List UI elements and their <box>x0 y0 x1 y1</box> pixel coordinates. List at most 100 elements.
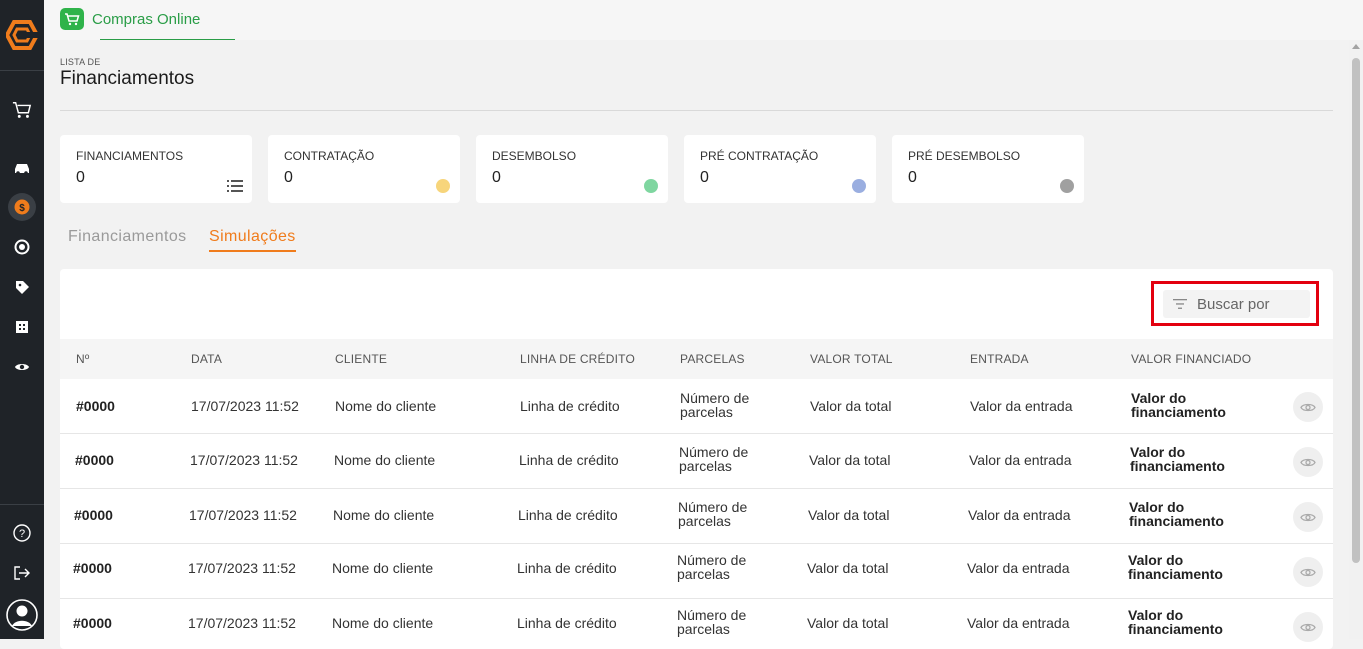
column-header[interactable]: PARCELAS <box>680 352 745 366</box>
cell-id: #0000 <box>73 560 112 576</box>
cell-date: 17/07/2023 11:52 <box>190 452 298 468</box>
view-button[interactable] <box>1293 502 1323 532</box>
user-icon[interactable] <box>6 599 38 631</box>
cell-id: #0000 <box>75 452 114 468</box>
stat-card-value: 0 <box>284 169 293 186</box>
cell-client: Nome do cliente <box>333 507 435 523</box>
cell-credit-line: Linha de crédito <box>517 615 617 631</box>
stat-card-value: 0 <box>700 169 709 186</box>
scroll-up-icon[interactable] <box>1352 44 1360 49</box>
cell-client: Nome do cliente <box>335 398 437 414</box>
cell-total: Valor da total <box>809 452 891 468</box>
view-button[interactable] <box>1293 557 1323 587</box>
cart-icon[interactable] <box>12 100 32 120</box>
cell-installments: Número de parcelas <box>679 444 749 474</box>
cell-down-payment: Valor da entrada <box>970 398 1073 414</box>
stat-card-label: CONTRATAÇÃO <box>284 149 375 163</box>
stat-card-contratacao[interactable]: CONTRATAÇÃO 0 <box>268 135 460 203</box>
scrollbar[interactable] <box>1349 40 1363 639</box>
stat-card-financiamentos[interactable]: FINANCIAMENTOS 0 <box>60 135 252 203</box>
cell-financed: Valor do financiamento <box>1129 499 1224 529</box>
column-header[interactable]: Nº <box>76 352 89 366</box>
column-header[interactable]: VALOR TOTAL <box>810 352 893 366</box>
table-row[interactable]: #0000 17/07/2023 11:52 Nome do cliente L… <box>60 379 1333 434</box>
refresh-money-icon[interactable] <box>12 237 32 257</box>
column-header[interactable]: DATA <box>191 352 222 366</box>
stat-card-label: DESEMBOLSO <box>492 149 577 163</box>
svg-text:?: ? <box>19 528 25 540</box>
cell-total: Valor da total <box>808 507 890 523</box>
table-row[interactable]: #0000 17/07/2023 11:52 Nome do cliente L… <box>60 544 1333 599</box>
cell-total: Valor da total <box>807 560 889 576</box>
top-bar <box>44 0 1363 40</box>
view-button[interactable] <box>1293 612 1323 642</box>
column-header[interactable]: VALOR FINANCIADO <box>1131 352 1251 366</box>
scroll-thumb[interactable] <box>1352 58 1360 563</box>
tab-financiamentos[interactable]: Financiamentos <box>68 228 187 246</box>
help-icon[interactable]: ? <box>12 523 32 543</box>
cell-installments: Número de parcelas <box>677 607 747 637</box>
eye-icon <box>1300 458 1316 466</box>
tag-icon[interactable] <box>12 277 32 297</box>
cell-date: 17/07/2023 11:52 <box>188 560 296 576</box>
cell-id: #0000 <box>74 507 113 523</box>
column-header[interactable]: ENTRADA <box>970 352 1029 366</box>
building-icon[interactable] <box>12 317 32 337</box>
stat-card-value: 0 <box>492 169 501 186</box>
eye-icon <box>1300 513 1316 521</box>
tab-simulacoes[interactable]: Simulações <box>209 228 296 252</box>
column-header[interactable]: CLIENTE <box>335 352 387 366</box>
cell-installments: Número de parcelas <box>677 552 747 582</box>
car-icon[interactable] <box>12 158 32 178</box>
list-icon <box>227 180 243 192</box>
status-dot-icon <box>436 179 450 193</box>
page-eyebrow: LISTA DE <box>60 57 101 67</box>
stat-card-label: PRÉ DESEMBOLSO <box>908 149 1021 163</box>
eye-icon <box>1300 403 1316 411</box>
cell-client: Nome do cliente <box>334 452 436 468</box>
stat-card-value: 0 <box>76 169 85 186</box>
highlight-box <box>1151 281 1319 326</box>
app-tab-label[interactable]: Compras Online <box>92 11 200 28</box>
stat-card-pre-contratacao[interactable]: PRÉ CONTRATAÇÃO 0 <box>684 135 876 203</box>
status-dot-icon <box>644 179 658 193</box>
table-header: Nº DATA CLIENTE LINHA DE CRÉDITO PARCELA… <box>60 339 1333 379</box>
sidebar: $ ? <box>0 0 44 639</box>
table-row[interactable]: #0000 17/07/2023 11:52 Nome do cliente L… <box>60 599 1333 642</box>
cell-credit-line: Linha de crédito <box>517 560 617 576</box>
cell-credit-line: Linha de crédito <box>518 507 618 523</box>
cell-down-payment: Valor da entrada <box>967 560 1070 576</box>
cell-date: 17/07/2023 11:52 <box>189 507 297 523</box>
eye-icon <box>1300 623 1316 631</box>
logout-icon[interactable] <box>12 563 32 583</box>
cell-client: Nome do cliente <box>332 560 434 576</box>
cell-down-payment: Valor da entrada <box>967 615 1070 631</box>
cell-down-payment: Valor da entrada <box>968 507 1071 523</box>
cell-id: #0000 <box>76 398 115 414</box>
column-header[interactable]: LINHA DE CRÉDITO <box>520 352 635 366</box>
cell-credit-line: Linha de crédito <box>519 452 619 468</box>
cell-financed: Valor do financiamento <box>1128 552 1223 582</box>
eye-icon[interactable] <box>12 357 32 377</box>
table-row[interactable]: #0000 17/07/2023 11:52 Nome do cliente L… <box>60 489 1333 544</box>
page-title: Financiamentos <box>60 68 195 89</box>
svg-text:$: $ <box>19 203 25 214</box>
status-dot-icon <box>852 179 866 193</box>
cell-client: Nome do cliente <box>332 615 434 631</box>
stat-card-desembolso[interactable]: DESEMBOLSO 0 <box>476 135 668 203</box>
cell-total: Valor da total <box>810 398 892 414</box>
cell-total: Valor da total <box>807 615 889 631</box>
stat-card-value: 0 <box>908 169 917 186</box>
cell-installments: Número de parcelas <box>678 499 748 529</box>
money-icon[interactable]: $ <box>8 193 36 221</box>
eye-icon <box>1300 568 1316 576</box>
view-button[interactable] <box>1293 392 1323 422</box>
cell-financed: Valor do financiamento <box>1128 607 1223 637</box>
table-row[interactable]: #0000 17/07/2023 11:52 Nome do cliente L… <box>60 434 1333 489</box>
cell-date: 17/07/2023 11:52 <box>191 398 299 414</box>
sidebar-divider <box>0 70 44 71</box>
stat-card-label: PRÉ CONTRATAÇÃO <box>700 149 819 163</box>
view-button[interactable] <box>1293 447 1323 477</box>
logo-icon[interactable] <box>4 20 40 50</box>
stat-card-pre-desembolso[interactable]: PRÉ DESEMBOLSO 0 <box>892 135 1084 203</box>
